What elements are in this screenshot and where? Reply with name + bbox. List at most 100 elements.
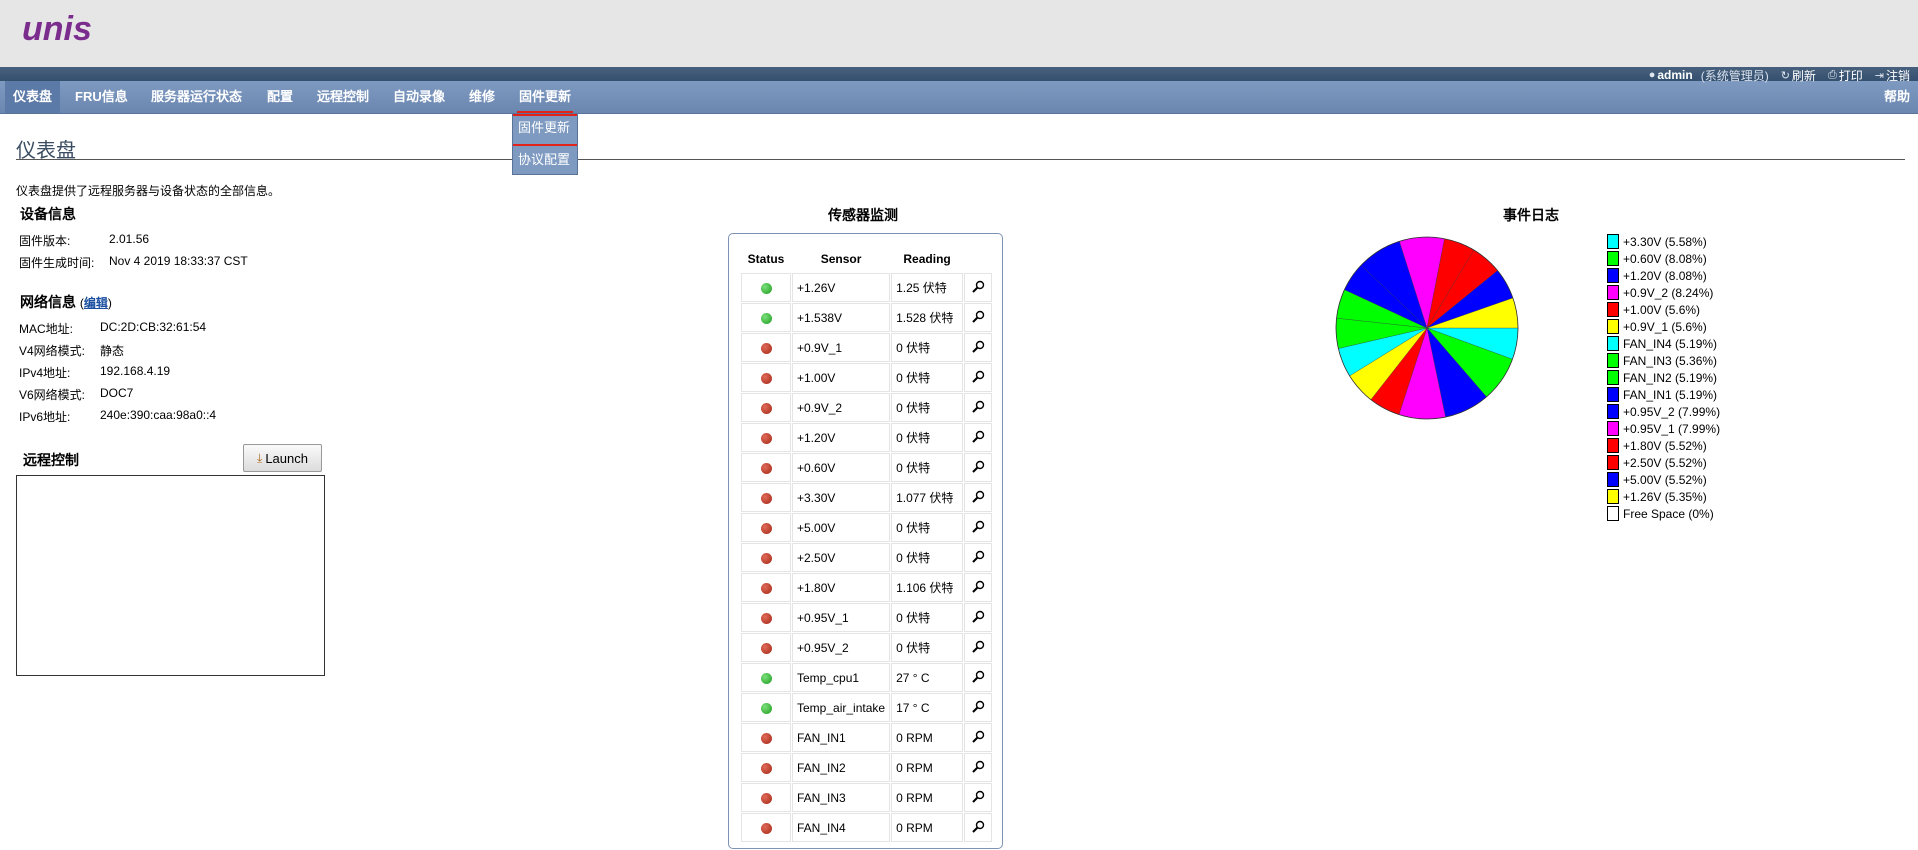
nav-maintenance[interactable]: 维修	[469, 81, 495, 113]
network-info-label: 网络信息	[20, 294, 76, 310]
sensor-detail-button[interactable]	[964, 333, 993, 362]
status-error-icon	[760, 732, 772, 744]
sensor-status	[741, 303, 791, 332]
sensor-row: +0.9V_2 0 伏特	[741, 393, 993, 422]
sensor-name: FAN_IN2	[792, 753, 891, 782]
sensor-detail-button[interactable]	[964, 363, 993, 392]
legend-item: +1.80V (5.52%)	[1607, 437, 1720, 454]
status-ok-icon	[760, 282, 772, 294]
sensor-row: Temp_cpu1 27 ° C	[741, 663, 993, 692]
dropdown-protocol-config[interactable]: 协议配置	[513, 146, 577, 174]
magnifier-icon	[971, 580, 984, 593]
fw-version-label: 固件版本:	[19, 234, 71, 248]
sensor-detail-button[interactable]	[964, 633, 993, 662]
legend-swatch	[1607, 268, 1619, 283]
sensor-status	[741, 633, 791, 662]
sensor-detail-button[interactable]	[964, 423, 993, 452]
nav-config[interactable]: 配置	[267, 81, 293, 113]
legend-label: FAN_IN1 (5.19%)	[1623, 387, 1718, 402]
sensor-detail-button[interactable]	[964, 723, 993, 752]
ipv4-value: 192.168.4.19	[100, 364, 171, 378]
sensor-reading: 0 RPM	[891, 753, 964, 782]
status-error-icon	[760, 612, 772, 624]
nav-help[interactable]: 帮助	[1884, 81, 1910, 113]
event-log-legend: +3.30V (5.58%) +0.60V (8.08%) +1.20V (8.08…	[1607, 233, 1720, 522]
legend-swatch	[1607, 285, 1619, 300]
sensor-status	[741, 423, 791, 452]
sensor-detail-button[interactable]	[964, 483, 993, 512]
print-label: 打印	[1838, 68, 1863, 83]
legend-item: +1.00V (5.6%)	[1607, 301, 1720, 318]
user-icon: ●	[1648, 69, 1656, 81]
unis-logo: unis	[22, 10, 92, 46]
sensor-detail-button[interactable]	[964, 393, 993, 422]
sensor-detail-button[interactable]	[964, 813, 993, 842]
sensor-detail-button[interactable]	[964, 573, 993, 602]
nav-dashboard[interactable]: 仪表盘	[5, 81, 61, 113]
logout-button[interactable]: ⇥ 注销	[1875, 67, 1910, 84]
network-edit-link[interactable]: 编辑	[84, 296, 108, 310]
top-strip	[0, 67, 1918, 81]
sensor-status	[741, 273, 791, 302]
status-error-icon	[760, 342, 772, 354]
sensor-name: +0.95V_1	[792, 603, 891, 632]
legend-label: +0.95V_2 (7.99%)	[1623, 404, 1721, 419]
sensor-detail-button[interactable]	[964, 543, 993, 572]
status-error-icon	[760, 552, 772, 564]
legend-label: Free Space (0%)	[1623, 506, 1714, 521]
sensor-reading: 27 ° C	[891, 663, 964, 692]
sensor-reading: 1.077 伏特	[891, 483, 964, 512]
nav-auto-record[interactable]: 自动录像	[393, 81, 445, 113]
sensor-detail-button[interactable]	[964, 783, 993, 812]
sensor-row: +1.538V 1.528 伏特	[741, 303, 993, 332]
user-info: ● admin (系统管理员)	[1649, 67, 1769, 84]
sensor-row: FAN_IN1 0 RPM	[741, 723, 993, 752]
sensor-name: Temp_cpu1	[792, 663, 891, 692]
ipv6-label: IPv6地址:	[19, 410, 71, 424]
ipv4-label: IPv4地址:	[19, 366, 71, 380]
nav-fru-info[interactable]: FRU信息	[75, 81, 128, 113]
legend-label: +1.26V (5.35%)	[1623, 489, 1707, 504]
refresh-button[interactable]: ↻ 刷新	[1781, 67, 1816, 84]
magnifier-icon	[971, 280, 984, 293]
sensor-reading: 0 RPM	[891, 783, 964, 812]
sensor-row: FAN_IN3 0 RPM	[741, 783, 993, 812]
sensor-row: FAN_IN2 0 RPM	[741, 753, 993, 782]
legend-swatch	[1607, 489, 1619, 504]
nav-remote-control[interactable]: 远程控制	[317, 81, 369, 113]
sensor-status	[741, 543, 791, 572]
print-button[interactable]: ⎙ 打印	[1828, 67, 1863, 84]
sensor-detail-button[interactable]	[964, 513, 993, 542]
sensor-status	[741, 333, 791, 362]
launch-button[interactable]: ⤓ Launch	[243, 444, 322, 472]
remote-preview-box[interactable]	[16, 475, 325, 676]
print-icon: ⎙	[1827, 68, 1837, 81]
nav-server-status[interactable]: 服务器运行状态	[151, 81, 242, 113]
sensor-name: FAN_IN4	[792, 813, 891, 842]
device-info-title: 设备信息	[20, 206, 76, 222]
sensor-status	[741, 783, 791, 812]
legend-label: +0.9V_1 (5.6%)	[1623, 319, 1707, 334]
sensor-reading: 0 伏特	[891, 363, 964, 392]
sensor-detail-button[interactable]	[964, 753, 993, 782]
status-error-icon	[760, 372, 772, 384]
sensor-detail-button[interactable]	[964, 693, 993, 722]
magnifier-icon	[971, 790, 984, 803]
refresh-label: 刷新	[1791, 68, 1816, 83]
sensor-detail-button[interactable]	[964, 303, 993, 332]
sensor-table-body: +1.26V 1.25 伏特 +1.538V 1.528 伏特 +0.9V_1 0 伏特 +…	[741, 273, 993, 842]
magnifier-icon	[971, 310, 984, 323]
nav-firmware-update[interactable]: 固件更新	[516, 81, 574, 113]
sensor-detail-button[interactable]	[964, 273, 993, 302]
legend-label: FAN_IN3 (5.36%)	[1623, 353, 1718, 368]
legend-item: +2.50V (5.52%)	[1607, 454, 1720, 471]
status-error-icon	[760, 822, 772, 834]
legend-label: +0.95V_1 (7.99%)	[1623, 421, 1721, 436]
sensor-status	[741, 753, 791, 782]
dropdown-firmware-update[interactable]: 固件更新	[513, 114, 577, 146]
magnifier-icon	[971, 640, 984, 653]
sensor-detail-button[interactable]	[964, 453, 993, 482]
sensor-status	[741, 573, 791, 602]
sensor-detail-button[interactable]	[964, 603, 993, 632]
sensor-detail-button[interactable]	[964, 663, 993, 692]
